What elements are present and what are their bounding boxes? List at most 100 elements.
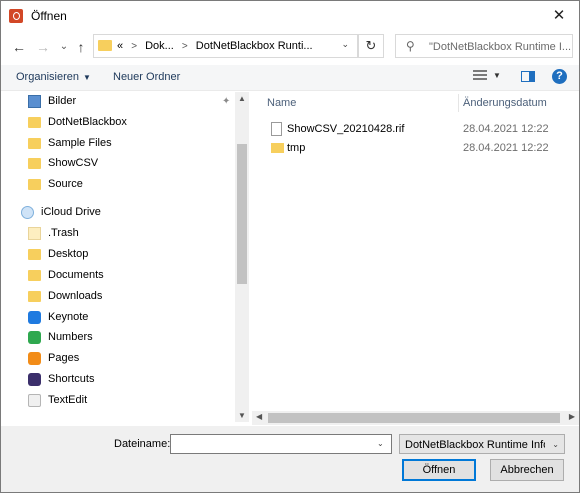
sidebar-item-pages[interactable]: Pages [28, 349, 248, 369]
filename-input[interactable] [170, 434, 392, 454]
scroll-left-icon[interactable]: ◀ [256, 412, 262, 421]
sidebar-item-trash[interactable]: .Trash [28, 224, 248, 244]
open-file-dialog: Öffnen ✕ ← → ⌄ ↑ « > Dok... > DotNetBlac… [0, 0, 580, 493]
sidebar-item-sample-files[interactable]: Sample Files [28, 134, 248, 154]
organize-button[interactable]: Organisieren ▼ [16, 71, 91, 83]
sidebar-item-label: Desktop [48, 248, 89, 260]
sidebar-item-downloads[interactable]: Downloads [28, 287, 248, 307]
sidebar-item-label: Shortcuts [48, 373, 95, 385]
close-button[interactable]: ✕ [545, 4, 573, 28]
file-date: 28.04.2021 12:22 [463, 123, 549, 135]
sidebar-item-bilder[interactable]: Bilder ✦ [28, 92, 248, 112]
sidebar-item-label: Pages [48, 352, 80, 364]
scroll-up-icon[interactable]: ▲ [235, 94, 249, 103]
organize-label: Organisieren [16, 71, 79, 83]
folder-icon [28, 179, 41, 190]
folder-icon [28, 158, 41, 169]
open-button[interactable]: Öffnen [402, 459, 476, 481]
caret-down-icon[interactable]: ▼ [493, 71, 501, 80]
file-row[interactable]: tmp 28.04.2021 12:22 [259, 138, 559, 158]
numbers-icon [28, 331, 41, 344]
search-placeholder: "DotNetBlackbox Runtime I... [429, 41, 572, 53]
icloud-icon [21, 206, 34, 219]
file-row[interactable]: ShowCSV_20210428.rif 28.04.2021 12:22 [259, 119, 559, 139]
sidebar-item-label: Numbers [48, 331, 93, 343]
breadcrumb-separator-icon: > [131, 41, 138, 52]
sidebar-item-textedit[interactable]: TextEdit [28, 391, 248, 411]
sidebar-item-dotnetblackbox[interactable]: DotNetBlackbox [28, 113, 248, 133]
search-icon: ⚲ [406, 39, 415, 53]
new-folder-button[interactable]: Neuer Ordner [113, 71, 180, 83]
folder-icon [28, 138, 41, 149]
sidebar-item-label: DotNetBlackbox [48, 116, 127, 128]
folder-icon [98, 40, 112, 51]
file-list-scrollbar[interactable]: ◀ ▶ [252, 411, 579, 425]
breadcrumb: « > Dok... > DotNetBlackbox Runti... [117, 40, 313, 52]
navigation-scrollbar[interactable]: ▲ ▼ [235, 92, 249, 422]
forward-arrow-icon[interactable]: → [33, 37, 53, 57]
sidebar-item-label: Documents [48, 269, 104, 281]
sidebar-item-label: iCloud Drive [41, 206, 101, 218]
filetype-value: DotNetBlackbox Runtime Infor [405, 439, 545, 451]
navigation-pane: Bilder ✦ DotNetBlackbox Sample Files Sho… [15, 92, 249, 422]
folder-pale-icon [28, 227, 41, 240]
textedit-icon [28, 394, 41, 407]
preview-pane-icon[interactable] [521, 71, 535, 82]
refresh-button[interactable]: ↻ [358, 34, 384, 58]
address-bar[interactable]: « > Dok... > DotNetBlackbox Runti... ⌄ [93, 34, 358, 58]
sidebar-item-numbers[interactable]: Numbers [28, 328, 248, 348]
pictures-icon [28, 95, 41, 108]
sidebar-item-showcsv[interactable]: ShowCSV [28, 154, 248, 174]
breadcrumb-overflow[interactable]: « [117, 40, 123, 52]
file-list-header: Name Änderungsdatum [259, 92, 579, 114]
document-icon [271, 122, 282, 136]
chevron-down-icon[interactable]: ⌄ [341, 39, 349, 50]
cancel-button[interactable]: Abbrechen [490, 459, 564, 481]
sidebar-item-label: .Trash [48, 227, 79, 239]
view-options-icon[interactable] [473, 70, 487, 82]
folder-icon [28, 249, 41, 260]
filename-label: Dateiname: [114, 438, 171, 450]
sidebar-item-label: ShowCSV [48, 157, 99, 169]
scroll-down-icon[interactable]: ▼ [235, 411, 249, 420]
file-date: 28.04.2021 12:22 [463, 142, 549, 154]
folder-icon [28, 291, 41, 302]
sidebar-item-icloud-drive[interactable]: iCloud Drive [21, 203, 241, 223]
sidebar-item-label: TextEdit [48, 394, 88, 406]
breadcrumb-current-folder[interactable]: DotNetBlackbox Runti... [196, 40, 313, 52]
breadcrumb-separator-icon: > [181, 41, 188, 52]
column-divider[interactable] [458, 94, 459, 112]
chevron-down-icon[interactable]: ⌄ [377, 439, 384, 448]
sidebar-item-label: Downloads [48, 290, 103, 302]
folder-icon [28, 270, 41, 281]
search-box[interactable]: ⚲ "DotNetBlackbox Runtime I... [395, 34, 573, 58]
help-icon[interactable]: ? [552, 69, 567, 84]
title-bar: Öffnen ✕ [1, 1, 579, 31]
sidebar-item-label: Sample Files [48, 137, 112, 149]
sidebar-item-source[interactable]: Source [28, 175, 248, 195]
caret-down-icon: ▼ [82, 73, 91, 82]
sidebar-item-desktop[interactable]: Desktop [28, 245, 248, 265]
file-name: ShowCSV_20210428.rif [287, 123, 405, 135]
file-name: tmp [287, 142, 306, 154]
sidebar-item-documents[interactable]: Documents [28, 266, 248, 286]
column-header-date[interactable]: Änderungsdatum [463, 97, 547, 109]
back-arrow-icon[interactable]: ← [9, 37, 29, 57]
folder-icon [271, 143, 284, 153]
pin-icon[interactable]: ✦ [222, 96, 230, 107]
dialog-footer: Dateiname: ⌄ DotNetBlackbox Runtime Info… [1, 426, 579, 492]
command-bar: Organisieren ▼ Neuer Ordner ▼ ? [1, 65, 579, 91]
sidebar-item-shortcuts[interactable]: Shortcuts [28, 370, 248, 390]
filetype-select[interactable]: DotNetBlackbox Runtime Infor ⌄ [399, 434, 565, 454]
chevron-down-icon: ⌄ [552, 440, 559, 449]
powerpoint-app-icon [9, 9, 23, 23]
scrollbar-thumb[interactable] [268, 413, 560, 423]
scrollbar-thumb[interactable] [237, 144, 247, 284]
keynote-icon [28, 311, 41, 324]
breadcrumb-documents[interactable]: Dok... [145, 40, 174, 52]
sidebar-item-keynote[interactable]: Keynote [28, 308, 248, 328]
up-arrow-icon[interactable]: ↑ [71, 37, 91, 57]
sidebar-item-label: Source [48, 178, 83, 190]
column-header-name[interactable]: Name [267, 97, 296, 109]
scroll-right-icon[interactable]: ▶ [569, 412, 575, 421]
